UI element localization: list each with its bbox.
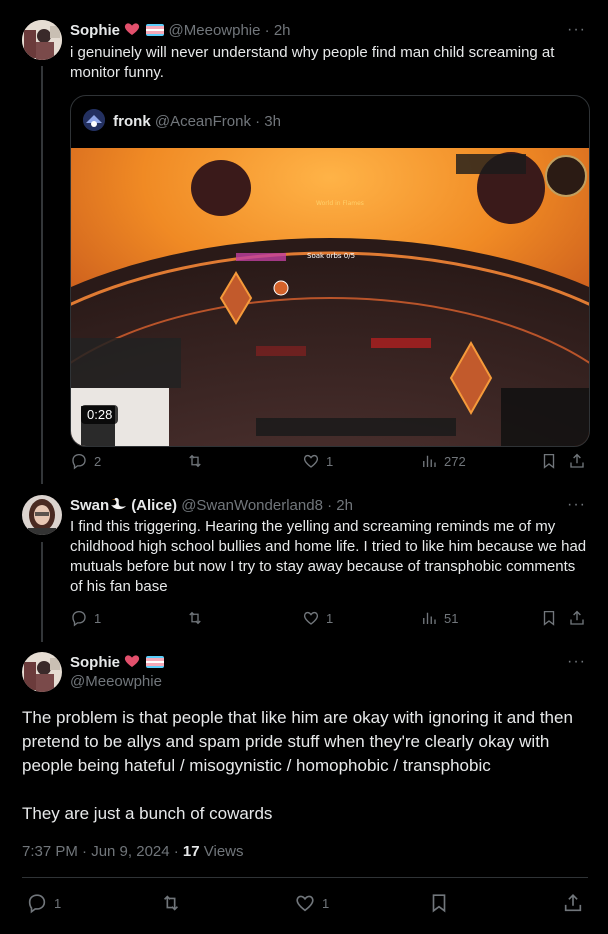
heart-icon (296, 895, 314, 912)
display-name[interactable]: Sophie (70, 654, 120, 671)
reply-count: 2 (94, 453, 102, 469)
handle[interactable]: @SwanWonderland8 (181, 497, 323, 514)
retweet-button[interactable] (160, 892, 182, 914)
bookmark-icon (432, 894, 446, 913)
reply-button[interactable]: 2 (70, 452, 101, 470)
share-button[interactable] (562, 892, 584, 914)
swan-emoji-icon (111, 497, 127, 510)
retweet-icon (163, 895, 179, 911)
display-name-suffix[interactable]: (Alice) (131, 497, 177, 514)
thread-line (41, 542, 43, 642)
quote-handle[interactable]: @AceanFronk (155, 113, 251, 130)
game-text-world: World in Flames (316, 200, 364, 207)
share-icon (564, 894, 582, 912)
heart-icon (303, 454, 319, 468)
game-text-soak: Soak orbs 0/5 (307, 252, 355, 260)
share-button[interactable] (568, 452, 586, 470)
share-icon (570, 610, 584, 625)
bookmark-icon (543, 610, 555, 626)
like-count: 1 (322, 895, 330, 911)
tweet-text: i genuinely will never understand why pe… (70, 44, 555, 81)
views-button[interactable]: 51 (420, 609, 458, 627)
avatar-image (22, 20, 62, 60)
heart-emoji-icon (125, 655, 140, 667)
video-frame: World in Flames Soak orbs 0/5 (71, 148, 589, 446)
tweet-actions: 1 1 51 (70, 609, 592, 629)
divider (22, 877, 588, 878)
tweet-text-paragraph-2: They are just a bunch of cowards (22, 804, 273, 823)
retweet-button[interactable] (186, 609, 204, 627)
reply-icon (72, 453, 86, 470)
tweet-header: Sophie (70, 653, 165, 673)
video-player[interactable]: World in Flames Soak orbs 0/5 0:28 (71, 148, 589, 446)
avatar[interactable] (22, 495, 62, 535)
bookmark-button[interactable] (428, 892, 450, 914)
reply-count: 1 (94, 610, 102, 626)
quote-tweet[interactable]: fronk @AceanFronk · 3h World in Flames S… (70, 95, 590, 447)
avatar-image (22, 652, 62, 692)
like-button[interactable]: 1 (302, 452, 333, 470)
views-chart-icon (423, 455, 436, 467)
bookmark-button[interactable] (540, 609, 558, 627)
timestamp[interactable]: · 2h (327, 497, 353, 514)
tweet-actions: 1 1 (22, 892, 586, 914)
tweet-meta: 7:37 PM · Jun 9, 2024 · 17 Views (22, 842, 244, 862)
retweet-icon (189, 454, 201, 468)
tweet-text-paragraph-1: The problem is that people that like him… (22, 708, 573, 775)
tweet-text: I find this triggering. Hearing the yell… (70, 518, 587, 595)
quote-header: fronk @AceanFronk · 3h (83, 109, 281, 132)
views-label: Views (199, 843, 244, 860)
views-button[interactable]: 272 (420, 452, 466, 470)
display-name[interactable]: Sophie (70, 22, 120, 39)
more-icon[interactable]: ··· (567, 21, 586, 39)
retweet-icon (189, 611, 201, 625)
retweet-button[interactable] (186, 452, 204, 470)
quote-avatar (83, 109, 105, 131)
tweet-header: Swan (Alice) @SwanWonderland8 · 2h (70, 496, 353, 516)
bookmark-button[interactable] (540, 452, 558, 470)
avatar[interactable] (22, 20, 62, 60)
quote-display-name[interactable]: fronk (113, 113, 151, 130)
reply-button[interactable]: 1 (26, 892, 61, 914)
quote-timestamp[interactable]: · 3h (255, 113, 281, 130)
more-icon[interactable]: ··· (567, 496, 586, 514)
reply-icon (72, 610, 86, 627)
timestamp[interactable]: · 2h (265, 22, 291, 39)
like-button[interactable]: 1 (302, 609, 333, 627)
heart-emoji-icon (125, 23, 140, 35)
views-chart-icon (423, 612, 436, 624)
reply-icon (28, 894, 46, 914)
trans-flag-icon (146, 656, 165, 668)
views-count: 272 (444, 453, 466, 469)
views-number: 17 (182, 843, 200, 860)
thread-line (41, 66, 43, 484)
like-count: 1 (326, 610, 334, 626)
reply-count: 1 (54, 895, 62, 911)
tweet-actions: 2 1 272 (70, 452, 592, 472)
post-date[interactable]: 7:37 PM · Jun 9, 2024 · (22, 843, 183, 860)
video-duration-badge: 0:28 (81, 405, 119, 424)
share-button[interactable] (568, 609, 586, 627)
like-count: 1 (326, 453, 334, 469)
avatar[interactable] (22, 652, 62, 692)
like-button[interactable]: 1 (294, 892, 329, 914)
trans-flag-icon (146, 24, 165, 36)
handle[interactable]: @Meeowphie (169, 22, 261, 39)
display-name[interactable]: Swan (70, 497, 109, 514)
bookmark-icon (543, 453, 555, 469)
views-count: 51 (444, 610, 459, 626)
heart-icon (303, 611, 319, 625)
more-icon[interactable]: ··· (567, 653, 586, 671)
tweet-header: Sophie @Meeowphie · 2h (70, 21, 291, 41)
handle[interactable]: @Meeowphie (70, 672, 162, 692)
share-icon (570, 453, 584, 468)
reply-button[interactable]: 1 (70, 609, 101, 627)
avatar-image (22, 495, 62, 535)
